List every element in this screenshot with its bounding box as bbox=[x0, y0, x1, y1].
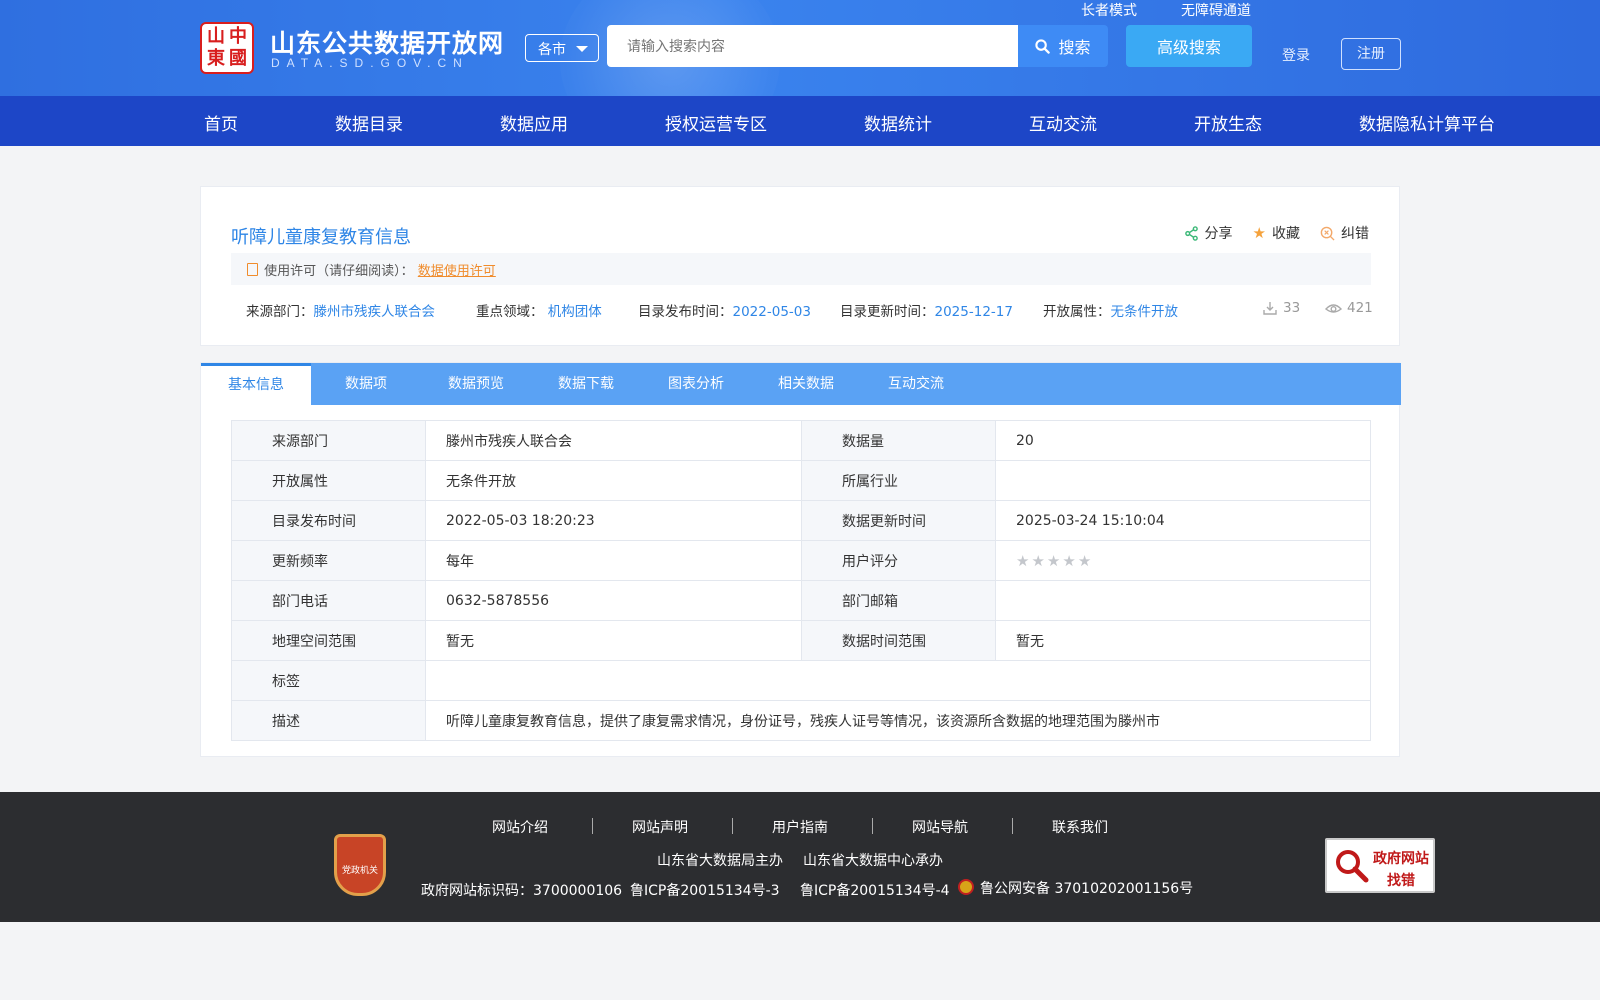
star-icon[interactable]: ★ bbox=[1047, 552, 1060, 570]
search-input[interactable] bbox=[607, 25, 1018, 67]
detail-panel: 基本信息 数据项 数据预览 数据下载 图表分析 相关数据 互动交流 来源部门 滕… bbox=[200, 362, 1401, 757]
magnifier-icon bbox=[1336, 850, 1369, 883]
star-icon[interactable]: ★ bbox=[1078, 552, 1091, 570]
table-row: 地理空间范围 暂无 数据时间范围 暂无 bbox=[231, 620, 1371, 661]
footer-icp-4[interactable]: 鲁ICP备20015134号-4 bbox=[800, 880, 950, 900]
dataset-title: 听障儿童康复教育信息 bbox=[231, 227, 411, 248]
city-select-label: 各市 bbox=[538, 42, 566, 58]
nav-ecosystem[interactable]: 开放生态 bbox=[1194, 110, 1262, 135]
tab-related-data[interactable]: 相关数据 bbox=[751, 363, 861, 405]
site-subtitle: DATA.SD.GOV.CN bbox=[271, 56, 469, 70]
star-icon[interactable]: ★ bbox=[1031, 552, 1044, 570]
footer-statement-link[interactable]: 网站声明 bbox=[632, 817, 688, 837]
footer-contact-link[interactable]: 联系我们 bbox=[1052, 817, 1108, 837]
star-icon[interactable]: ★ bbox=[1062, 552, 1075, 570]
footer-separator bbox=[1012, 818, 1013, 834]
report-label: 纠错 bbox=[1341, 226, 1369, 242]
footer-icp-3[interactable]: 鲁ICP备20015134号-3 bbox=[630, 880, 780, 900]
table-row: 部门电话 0632-5878556 部门邮箱 bbox=[231, 580, 1371, 621]
meta-open-attr: 开放属性：无条件开放 bbox=[1043, 304, 1178, 320]
footer-separator bbox=[732, 818, 733, 834]
table-row: 更新频率 每年 用户评分 ★ ★ ★ ★ ★ bbox=[231, 540, 1371, 581]
basic-info-table: 来源部门 滕州市残疾人联合会 数据量 20 开放属性 无条件开放 所属行业 目录… bbox=[231, 420, 1371, 741]
share-label: 分享 bbox=[1204, 226, 1233, 242]
meta-publish-time: 目录发布时间：2022-05-03 bbox=[638, 304, 811, 320]
site-header: 中 國 山 東 山东公共数据开放网 DATA.SD.GOV.CN 各市 搜索 高… bbox=[0, 0, 1600, 96]
search-button-label: 搜索 bbox=[1058, 38, 1091, 57]
advanced-search-button[interactable]: 高级搜索 bbox=[1126, 25, 1252, 67]
footer-host: 山东省大数据局主办 bbox=[657, 853, 783, 869]
footer-gov-id: 政府网站标识码：3700000106 bbox=[421, 883, 623, 899]
nav-authorized-ops[interactable]: 授权运营专区 bbox=[665, 110, 767, 135]
chevron-down-icon bbox=[576, 46, 588, 52]
report-error-button[interactable]: 纠错 bbox=[1320, 223, 1369, 243]
register-button[interactable]: 注册 bbox=[1341, 38, 1401, 70]
dataset-actions: 分享 ★ 收藏 纠错 bbox=[1184, 223, 1369, 243]
nav-privacy-computing[interactable]: 数据隐私计算平台 bbox=[1359, 110, 1495, 135]
license-bar: 使用许可（请仔细阅读）： 数据使用许可 bbox=[231, 253, 1371, 285]
nav-apps[interactable]: 数据应用 bbox=[500, 110, 568, 135]
table-row: 来源部门 滕州市残疾人联合会 数据量 20 bbox=[231, 420, 1371, 461]
tab-chart-analysis[interactable]: 图表分析 bbox=[641, 363, 751, 405]
star-icon: ★ bbox=[1252, 224, 1266, 242]
favorite-label: 收藏 bbox=[1272, 226, 1300, 242]
footer-separator bbox=[592, 818, 593, 834]
meta-domain-value[interactable]: 机构团体 bbox=[548, 304, 602, 320]
accessibility-link[interactable]: 无障碍通道 bbox=[1181, 0, 1251, 20]
site-title[interactable]: 山东公共数据开放网 bbox=[270, 24, 504, 60]
tab-data-preview[interactable]: 数据预览 bbox=[421, 363, 531, 405]
table-row: 标签 bbox=[231, 660, 1371, 701]
nav-home[interactable]: 首页 bbox=[204, 110, 238, 135]
meta-source-value[interactable]: 滕州市残疾人联合会 bbox=[314, 304, 436, 320]
view-count: 421 bbox=[1325, 300, 1373, 316]
eye-icon bbox=[1325, 304, 1342, 313]
site-logo-seal[interactable]: 中 國 山 東 bbox=[200, 22, 254, 74]
party-gov-badge[interactable]: 党政机关 bbox=[334, 834, 386, 896]
nav-catalog[interactable]: 数据目录 bbox=[335, 110, 403, 135]
tab-basic-info[interactable]: 基本信息 bbox=[201, 363, 311, 405]
search-button[interactable]: 搜索 bbox=[1018, 25, 1108, 67]
tab-bar: 基本信息 数据项 数据预览 数据下载 图表分析 相关数据 互动交流 bbox=[201, 363, 1401, 405]
dataset-summary-card: 听障儿童康复教育信息 分享 ★ 收藏 纠错 使用许可（请仔细阅读）： 数据使用许… bbox=[200, 186, 1400, 346]
nav-statistics[interactable]: 数据统计 bbox=[864, 110, 932, 135]
bookmark-icon bbox=[247, 263, 258, 276]
download-icon bbox=[1263, 302, 1277, 315]
user-rating-stars[interactable]: ★ ★ ★ ★ ★ bbox=[1016, 552, 1350, 570]
footer-undertaker: 山东省大数据中心承办 bbox=[803, 853, 943, 869]
footer-about-link[interactable]: 网站介绍 bbox=[492, 817, 548, 837]
table-row: 开放属性 无条件开放 所属行业 bbox=[231, 460, 1371, 501]
meta-update-time: 目录更新时间：2025-12-17 bbox=[840, 304, 1013, 320]
tab-interaction[interactable]: 互动交流 bbox=[861, 363, 971, 405]
share-icon bbox=[1184, 225, 1198, 241]
tab-data-items[interactable]: 数据项 bbox=[311, 363, 421, 405]
login-link[interactable]: 登录 bbox=[1282, 45, 1310, 65]
main-nav: 首页 数据目录 数据应用 授权运营专区 数据统计 互动交流 开放生态 数据隐私计… bbox=[0, 96, 1600, 146]
star-icon[interactable]: ★ bbox=[1016, 552, 1029, 570]
site-footer: 党政机关 网站介绍 网站声明 用户指南 网站导航 联系我们 山东省大数据局主办 … bbox=[0, 792, 1600, 922]
police-emblem-icon bbox=[958, 879, 974, 895]
footer-sitemap-link[interactable]: 网站导航 bbox=[912, 817, 968, 837]
footer-separator bbox=[872, 818, 873, 834]
license-link[interactable]: 数据使用许可 bbox=[418, 264, 496, 279]
download-count: 33 bbox=[1262, 300, 1300, 316]
tab-data-download[interactable]: 数据下载 bbox=[531, 363, 641, 405]
table-row: 目录发布时间 2022-05-03 18:20:23 数据更新时间 2025-0… bbox=[231, 500, 1371, 541]
elder-mode-link[interactable]: 长者模式 bbox=[1081, 0, 1137, 20]
license-label: 使用许可（请仔细阅读）： bbox=[264, 264, 414, 279]
meta-source: 来源部门：滕州市残疾人联合会 bbox=[246, 304, 436, 320]
footer-police-record[interactable]: 鲁公网安备 37010202001156号 bbox=[958, 878, 1193, 898]
meta-domain: 重点领域： 机构团体 bbox=[476, 304, 602, 320]
table-row: 描述 听障儿童康复教育信息，提供了康复需求情况，身份证号，残疾人证号等情况，该资… bbox=[231, 700, 1371, 741]
share-button[interactable]: 分享 bbox=[1184, 223, 1233, 243]
search-icon bbox=[1035, 38, 1051, 54]
city-select[interactable]: 各市 bbox=[525, 34, 599, 62]
magnifier-error-icon bbox=[1320, 226, 1335, 241]
favorite-button[interactable]: ★ 收藏 bbox=[1253, 223, 1300, 243]
footer-guide-link[interactable]: 用户指南 bbox=[772, 817, 828, 837]
nav-interaction[interactable]: 互动交流 bbox=[1029, 110, 1097, 135]
gov-website-error-report[interactable]: 政府网站 找错 bbox=[1325, 838, 1435, 893]
